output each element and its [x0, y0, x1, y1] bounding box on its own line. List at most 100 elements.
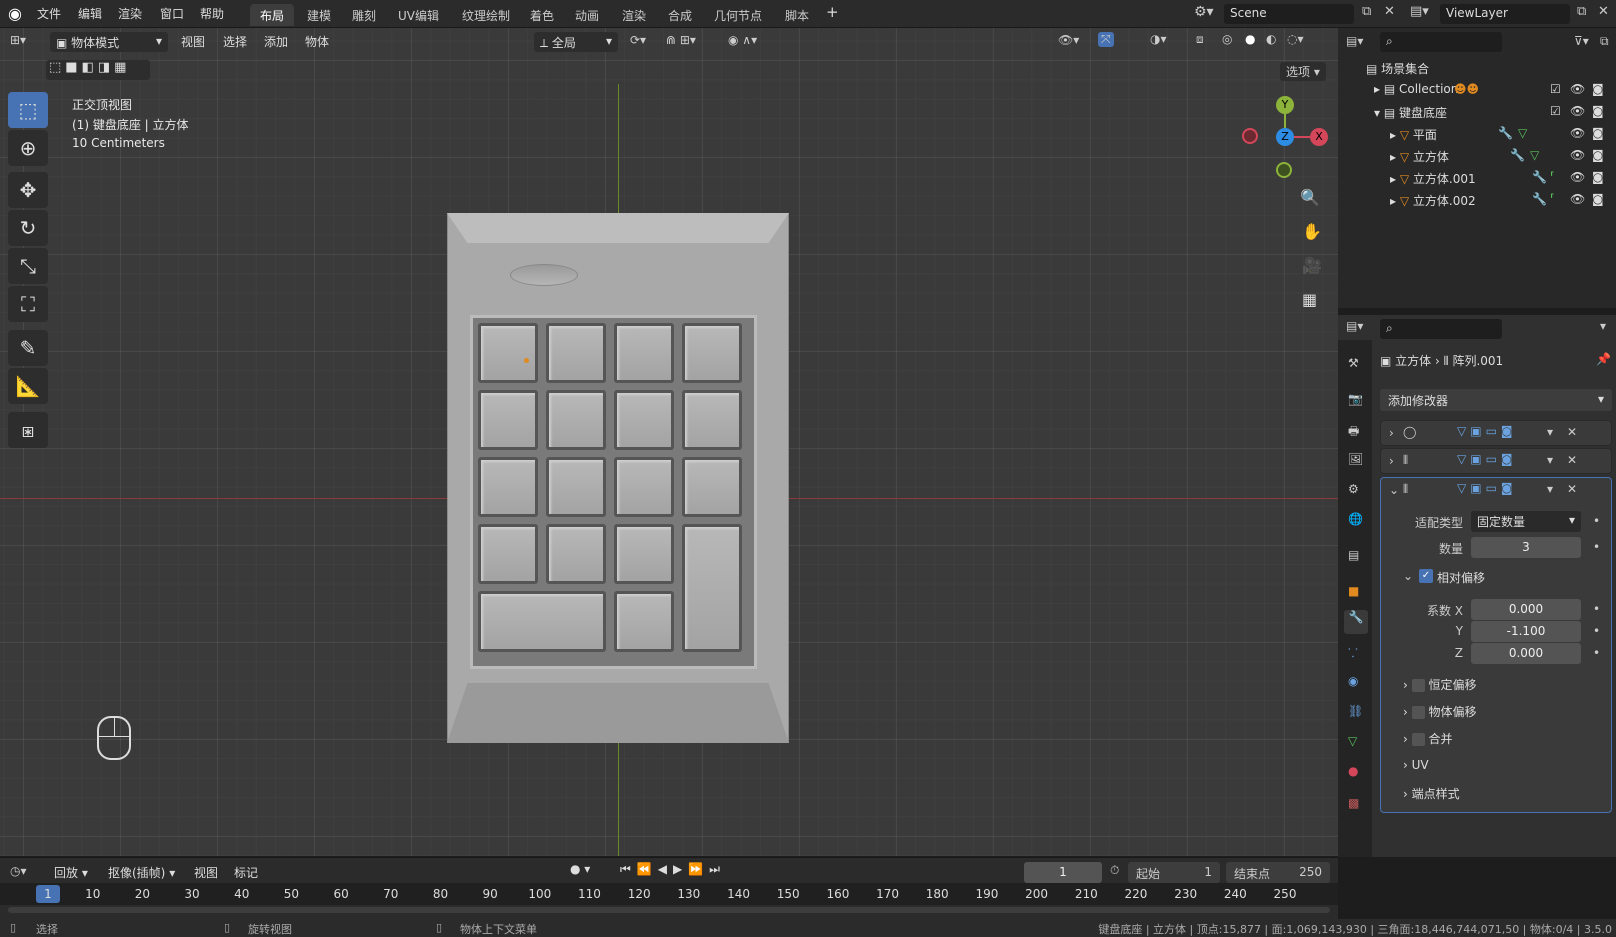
eye-icon[interactable]: 👁	[1570, 104, 1585, 118]
constraints-tab-icon[interactable]: ⛓	[1348, 704, 1363, 718]
outliner-item-collection[interactable]: ▸ ▤ Collection ☻☻ ☑ 👁 ◙	[1374, 82, 1614, 96]
constant-offset-checkbox[interactable]	[1411, 679, 1425, 692]
solid-shading-icon[interactable]: ●	[1245, 32, 1255, 46]
select-box-tool-icon[interactable]: ⬚	[8, 92, 48, 128]
factor-z-field[interactable]: 0.000	[1471, 643, 1581, 664]
timeline-view-menu[interactable]: 视图	[194, 864, 218, 881]
add-workspace-button[interactable]: +	[826, 3, 839, 21]
render-icon[interactable]: ☻☻	[1454, 82, 1479, 96]
gizmo-neg-x[interactable]	[1242, 128, 1258, 144]
tab-modeling[interactable]: 建模	[297, 4, 341, 26]
menu-add[interactable]: 添加	[264, 33, 288, 50]
pin-icon[interactable]: 📌	[1596, 352, 1611, 366]
scene-tab-icon[interactable]: ⚙	[1348, 482, 1359, 496]
tab-rendering[interactable]: 渲染	[612, 4, 656, 26]
tab-shading[interactable]: 着色	[520, 4, 564, 26]
scene-field[interactable]: Scene	[1224, 4, 1354, 24]
scale-tool-icon[interactable]: ⤡	[8, 248, 48, 284]
checkbox-icon[interactable]: ☑	[1550, 82, 1561, 96]
camera-icon[interactable]: ◙	[1592, 170, 1604, 184]
playback-controls-icon[interactable]: ⏮⏪◀▶⏩⏭	[620, 862, 726, 877]
camera-icon[interactable]: ◙	[1592, 104, 1604, 118]
mesh-data-icon[interactable]: ▽	[1530, 148, 1539, 162]
collection-tab-icon[interactable]: ▤	[1348, 548, 1359, 562]
delete-scene-icon[interactable]: ✕	[1384, 4, 1395, 19]
factor-y-field[interactable]: -1.100	[1471, 621, 1581, 642]
menu-object[interactable]: 物体	[305, 33, 329, 50]
expand-arrow-icon[interactable]: ›	[1389, 454, 1394, 468]
eye-icon[interactable]: 👁	[1570, 126, 1585, 140]
timeline-scrollbar[interactable]	[8, 907, 1330, 913]
expand-arrow-icon[interactable]: ▸	[1390, 172, 1400, 186]
playback-menu[interactable]: 回放 ▾	[54, 864, 88, 881]
dropdown-icon[interactable]: ▾	[1547, 453, 1553, 467]
dropdown-icon[interactable]: ▾	[1547, 482, 1553, 496]
outliner-item-keyboard-base[interactable]: ▾ ▤ 键盘底座 ☑ 👁 ◙	[1374, 104, 1614, 121]
modifier-panel-1[interactable]: › ◯ ▽▣▭◙ ▾ ✕	[1380, 420, 1612, 446]
outliner-item-cube-002[interactable]: ▸ ▽ 立方体.002 🔧 ⸢ 👁 ◙	[1390, 192, 1614, 209]
new-viewlayer-icon[interactable]: ⧉	[1577, 4, 1586, 19]
remove-modifier-icon[interactable]: ✕	[1567, 482, 1577, 496]
menu-file[interactable]: 文件	[37, 5, 61, 22]
keyframe-dot-icon[interactable]: •	[1593, 602, 1600, 616]
collapse-arrow-icon[interactable]: ▾	[1374, 106, 1384, 120]
collapse-arrow-icon[interactable]: ⌄	[1403, 569, 1413, 583]
tab-compositing[interactable]: 合成	[658, 4, 702, 26]
stopwatch-icon[interactable]: ⏱	[1110, 863, 1119, 878]
tab-geometry-nodes[interactable]: 几何节点	[704, 4, 772, 26]
timeline-editor-icon[interactable]: ◷▾	[10, 864, 27, 878]
render-tab-icon[interactable]: 📷	[1348, 392, 1363, 406]
outliner-item-cube-001[interactable]: ▸ ▽ 立方体.001 🔧 ⸢ 👁 ◙	[1390, 170, 1614, 187]
modifier-panel-2[interactable]: › ⫴ ▽▣▭◙ ▾ ✕	[1380, 448, 1612, 474]
measure-tool-icon[interactable]: 📐	[8, 368, 48, 404]
menu-render[interactable]: 渲染	[118, 5, 142, 22]
menu-view[interactable]: 视图	[181, 33, 205, 50]
snap-icon[interactable]: ⋒ ⊞▾	[666, 33, 696, 47]
rendered-shading-icon[interactable]: ◌▾	[1287, 32, 1304, 46]
modifier-wrench-icon[interactable]: 🔧	[1532, 192, 1547, 206]
modifier-toggles-icon[interactable]: ▽▣▭◙	[1457, 452, 1517, 466]
menu-help[interactable]: 帮助	[200, 5, 224, 22]
modifier-toggles-icon[interactable]: ▽▣▭◙	[1457, 424, 1517, 438]
options-dropdown[interactable]: 选项 ▾	[1280, 62, 1326, 81]
collapse-arrow-icon[interactable]: ⌄	[1389, 483, 1399, 497]
menu-select[interactable]: 选择	[223, 33, 247, 50]
keying-menu[interactable]: 抠像(插帧) ▾	[108, 864, 175, 881]
transform-orientation-select[interactable]: ⟂ 全局 ▾	[534, 32, 618, 52]
gizmo-neg-y[interactable]	[1276, 162, 1292, 178]
physics-tab-icon[interactable]: ◉	[1348, 674, 1358, 688]
mode-select[interactable]: ▣ 物体模式 ▾	[50, 32, 168, 52]
viewlayer-icon[interactable]: ▤▾	[1410, 4, 1429, 19]
keyframe-dot-icon[interactable]: •	[1593, 540, 1600, 554]
camera-icon[interactable]: ◙	[1592, 126, 1604, 140]
remove-modifier-icon[interactable]: ✕	[1567, 453, 1577, 467]
expand-arrow-icon[interactable]: ▸	[1390, 150, 1400, 164]
marker-menu[interactable]: 标记	[234, 864, 258, 881]
keyframe-dot-icon[interactable]: •	[1593, 646, 1600, 660]
checkbox-icon[interactable]: ☑	[1550, 104, 1561, 118]
count-field[interactable]: 3	[1471, 537, 1581, 558]
menu-edit[interactable]: 编辑	[78, 5, 102, 22]
pan-hand-icon[interactable]: ✋	[1302, 222, 1322, 241]
navigation-gizmo[interactable]: Y Z X	[1238, 96, 1338, 186]
uv-section[interactable]: › UV	[1403, 758, 1429, 772]
move-tool-icon[interactable]: ✥	[8, 172, 48, 208]
constant-offset-section[interactable]: › 恒定偏移	[1403, 676, 1476, 693]
material-tab-icon[interactable]: ●	[1348, 764, 1358, 778]
camera-icon[interactable]: ◙	[1592, 148, 1604, 162]
scene-icon[interactable]: ⚙▾	[1194, 4, 1214, 20]
properties-search-input[interactable]: ⌕	[1380, 319, 1502, 339]
expand-arrow-icon[interactable]: ▸	[1374, 82, 1384, 96]
eye-icon[interactable]: 👁	[1570, 148, 1585, 162]
start-frame-field[interactable]: 起始 1	[1128, 862, 1220, 883]
select-mode-buttons[interactable]: ⬚■◧◨▦	[46, 60, 150, 80]
gizmo-toggle-icon[interactable]: ⤧	[1098, 32, 1114, 47]
outliner-search-input[interactable]: ⌕	[1380, 32, 1502, 52]
merge-checkbox[interactable]	[1411, 733, 1425, 746]
new-scene-icon[interactable]: ⧉	[1362, 4, 1371, 19]
keyframe-dot-icon[interactable]: •	[1593, 624, 1600, 638]
remove-modifier-icon[interactable]: ✕	[1567, 425, 1577, 439]
rotate-tool-icon[interactable]: ↻	[8, 210, 48, 246]
texture-tab-icon[interactable]: ▩	[1348, 796, 1359, 810]
modifier-wrench-icon[interactable]: 🔧	[1498, 126, 1513, 140]
